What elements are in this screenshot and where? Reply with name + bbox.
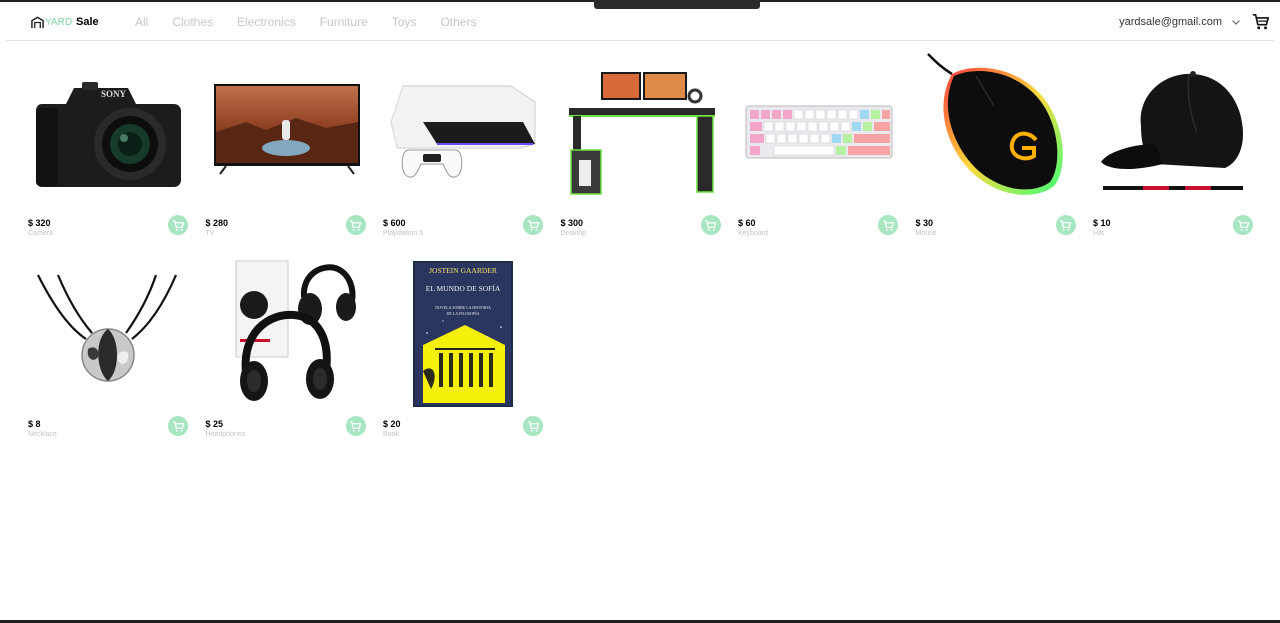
product-name: Keyboard — [738, 230, 768, 237]
book-image[interactable]: JOSTEIN GAARDER EL MUNDO DE SOFÍA NOVELA… — [383, 253, 546, 413]
nav-others[interactable]: Others — [440, 15, 476, 29]
add-to-cart-icon — [172, 219, 184, 231]
product-name: Desktop — [560, 230, 587, 237]
product-price: $ 25 — [205, 419, 224, 429]
logo[interactable]: YARD Sale — [31, 14, 99, 30]
product-price: $ 320 — [28, 218, 51, 228]
product-price: $ 8 — [28, 419, 41, 429]
nav-furniture[interactable]: Furniture — [320, 15, 368, 29]
navbar: YARD Sale All Clothes Electronics Furnit… — [6, 2, 1274, 41]
mouse-image[interactable] — [915, 52, 1079, 212]
cap-image[interactable] — [1093, 52, 1256, 212]
product-card[interactable]: JOSTEIN GAARDER EL MUNDO DE SOFÍA NOVELA… — [383, 253, 546, 438]
yard-logo-icon — [31, 16, 44, 28]
add-to-cart-button[interactable] — [1055, 215, 1076, 235]
category-nav: All Clothes Electronics Furniture Toys O… — [135, 15, 476, 29]
product-card[interactable]: $ 280 TV — [205, 52, 369, 237]
product-price: $ 280 — [205, 218, 229, 228]
tv-image[interactable] — [205, 52, 369, 212]
add-to-cart-button[interactable] — [345, 215, 366, 235]
book-subtitle-1: NOVELA SOBRE LA HISTORIA — [435, 305, 491, 310]
add-to-cart-button[interactable] — [878, 215, 898, 235]
add-to-cart-button[interactable] — [523, 215, 543, 235]
product-card[interactable]: $ 10 Hat — [1093, 52, 1256, 237]
add-to-cart-icon — [1059, 219, 1072, 231]
product-card[interactable]: $ 30 Mouse — [915, 52, 1079, 237]
product-grid: SONY $ 320 Camera $ 280 TV $ 600 Playsta… — [28, 52, 1256, 438]
nav-all[interactable]: All — [135, 15, 148, 29]
chevron-down-icon[interactable] — [1231, 17, 1241, 27]
add-to-cart-icon — [172, 420, 184, 432]
nav-electronics[interactable]: Electronics — [237, 15, 296, 29]
product-card[interactable]: $ 60 Keyboard — [738, 52, 901, 237]
add-to-cart-icon — [882, 219, 894, 231]
add-to-cart-icon — [349, 219, 362, 231]
nav-toys[interactable]: Toys — [392, 15, 417, 29]
product-price: $ 60 — [738, 218, 756, 228]
playstation-image[interactable] — [383, 52, 546, 212]
product-price: $ 30 — [915, 218, 934, 228]
logo-yard-text: YARD — [45, 16, 73, 28]
product-card[interactable]: $ 300 Desktop — [560, 52, 724, 237]
desk-image[interactable] — [560, 52, 724, 212]
add-to-cart-icon — [1237, 219, 1249, 231]
add-to-cart-icon — [527, 219, 539, 231]
product-card[interactable]: $ 8 Necklace — [28, 253, 191, 438]
product-card[interactable]: $ 25 Headphones — [205, 253, 369, 438]
product-price: $ 600 — [383, 218, 406, 228]
add-to-cart-icon — [349, 420, 362, 432]
product-name: Necklace — [28, 431, 57, 438]
shopping-cart-icon[interactable] — [1252, 13, 1270, 31]
account-area: yardsale@gmail.com — [1119, 12, 1270, 32]
product-price: $ 10 — [1093, 218, 1111, 228]
book-author: JOSTEIN GAARDER — [429, 266, 497, 275]
logo-sale-text: Sale — [76, 16, 99, 28]
add-to-cart-button[interactable] — [1233, 215, 1253, 235]
user-email[interactable]: yardsale@gmail.com — [1119, 16, 1222, 28]
product-name: Book — [383, 431, 399, 438]
book-title: EL MUNDO DE SOFÍA — [426, 283, 501, 293]
add-to-cart-icon — [527, 420, 539, 432]
necklace-image[interactable] — [28, 253, 191, 413]
product-name: Hat — [1093, 230, 1104, 237]
add-to-cart-button[interactable] — [345, 416, 366, 436]
keyboard-image[interactable] — [738, 52, 901, 212]
product-name: Headphones — [205, 431, 246, 438]
product-name: Mouse — [915, 230, 937, 237]
add-to-cart-icon — [704, 219, 717, 231]
product-name: Camera — [28, 230, 53, 237]
product-card[interactable]: SONY $ 320 Camera — [28, 52, 191, 237]
add-to-cart-button[interactable] — [700, 215, 721, 235]
product-price: $ 300 — [560, 218, 584, 228]
headphones-image[interactable] — [205, 253, 369, 413]
product-name: Playstation 5 — [383, 230, 424, 237]
camera-image[interactable]: SONY — [28, 52, 191, 212]
book-subtitle-2: DE LA FILOSOFÍA — [447, 311, 480, 316]
product-price: $ 20 — [383, 419, 401, 429]
product-card[interactable]: $ 600 Playstation 5 — [383, 52, 546, 237]
nav-clothes[interactable]: Clothes — [172, 15, 213, 29]
add-to-cart-button[interactable] — [168, 416, 188, 436]
camera-brand: SONY — [101, 89, 127, 99]
product-name: TV — [205, 230, 215, 237]
add-to-cart-button[interactable] — [168, 215, 188, 235]
add-to-cart-button[interactable] — [523, 416, 543, 436]
